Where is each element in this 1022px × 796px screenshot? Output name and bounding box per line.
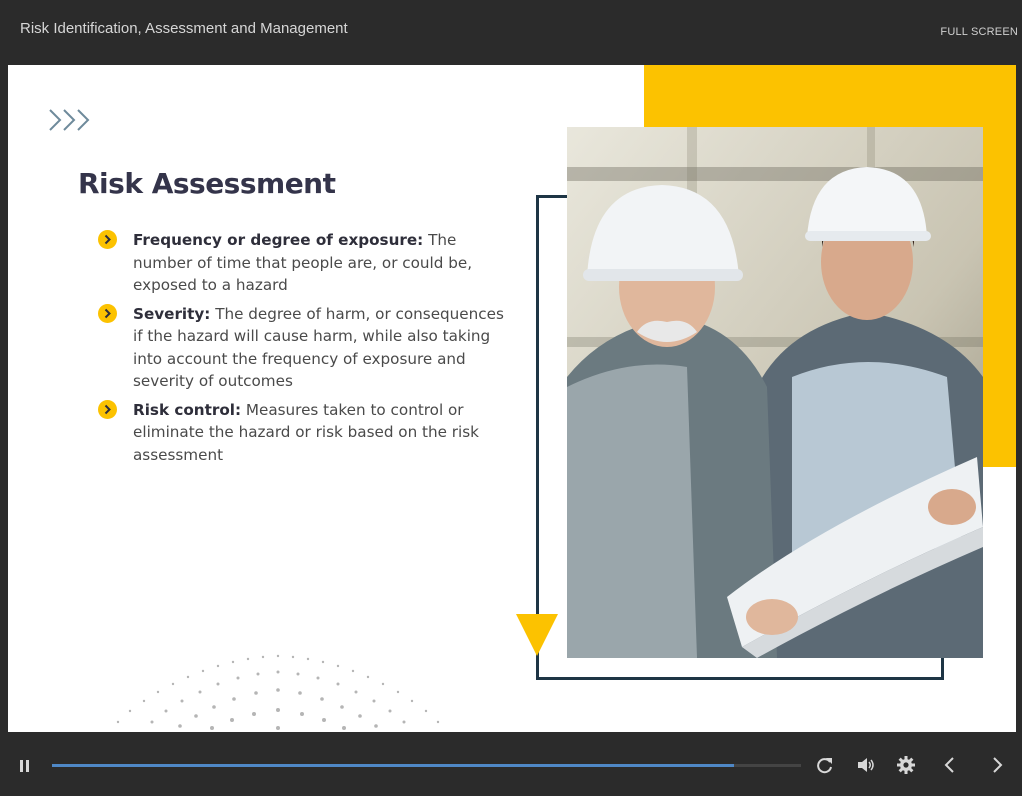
- chevron-circle-icon: [98, 399, 117, 419]
- bullet-item: Severity: The degree of harm, or consequ…: [98, 303, 518, 393]
- replay-icon[interactable]: [815, 754, 835, 776]
- fullscreen-button[interactable]: FULL SCREEN: [940, 26, 1018, 38]
- settings-icon[interactable]: [896, 754, 916, 776]
- slide-heading: Risk Assessment: [78, 167, 336, 200]
- volume-icon[interactable]: [856, 754, 876, 776]
- chevron-circle-icon: [98, 303, 117, 323]
- bullet-text: Severity: The degree of harm, or consequ…: [133, 303, 518, 393]
- triple-chevron-icon: [49, 109, 90, 131]
- progress-bar[interactable]: [52, 764, 801, 767]
- bullet-term: Frequency or degree of exposure:: [133, 231, 424, 249]
- yellow-triangle-icon: [516, 614, 558, 656]
- decorative-dot-pattern: [116, 654, 440, 730]
- progress-fill: [52, 764, 734, 767]
- slide-content: Risk Assessment Frequency or degree of e…: [8, 65, 1016, 732]
- bullet-text: Risk control: Measures taken to control …: [133, 399, 518, 467]
- bullet-item: Frequency or degree of exposure: The num…: [98, 229, 518, 297]
- bullet-term: Risk control:: [133, 400, 242, 419]
- workers-hardhats-photo: [567, 127, 983, 658]
- pause-icon[interactable]: [19, 754, 31, 776]
- top-bar: Risk Identification, Assessment and Mana…: [0, 0, 1022, 65]
- player-control-bar: [0, 732, 1022, 796]
- prev-icon[interactable]: [942, 754, 958, 776]
- bullet-list: Frequency or degree of exposure: The num…: [98, 229, 518, 472]
- bullet-term: Severity:: [133, 304, 211, 323]
- chevron-circle-icon: [98, 230, 117, 249]
- bullet-text: Frequency or degree of exposure: The num…: [133, 229, 518, 297]
- course-title: Risk Identification, Assessment and Mana…: [20, 20, 348, 37]
- bullet-item: Risk control: Measures taken to control …: [98, 399, 518, 467]
- next-icon[interactable]: [989, 754, 1005, 776]
